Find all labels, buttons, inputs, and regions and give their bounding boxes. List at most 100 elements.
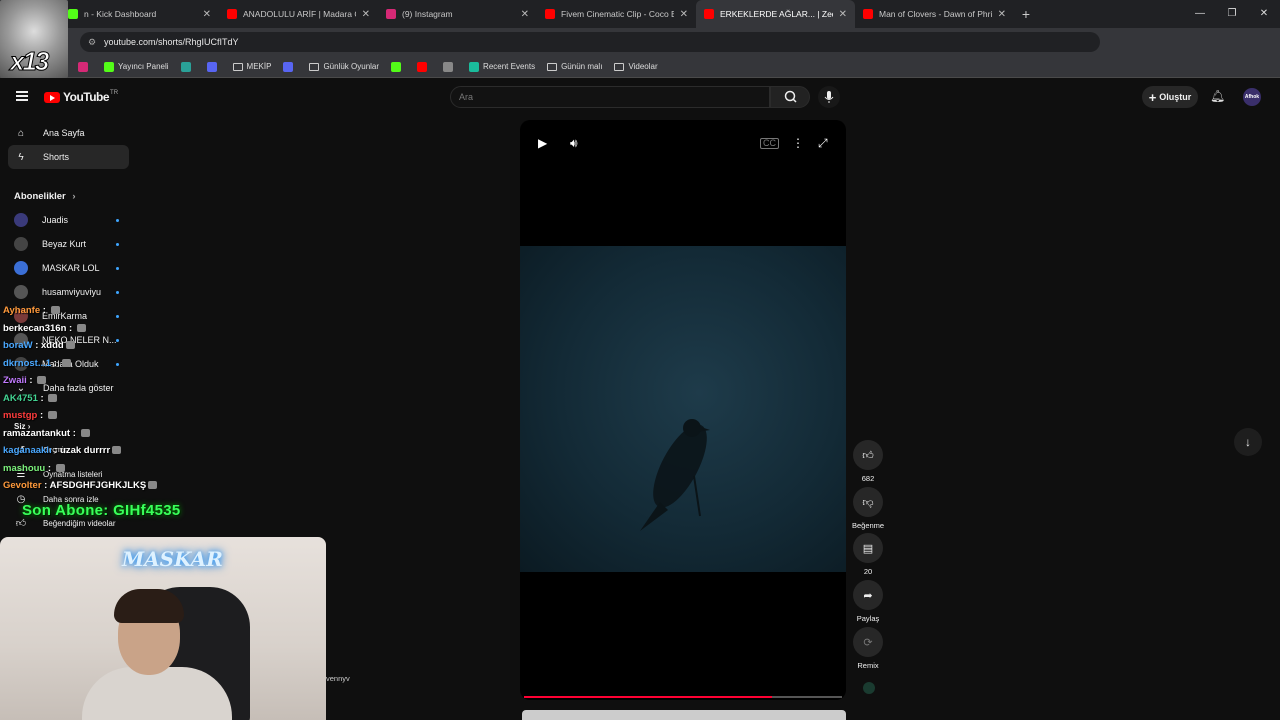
chat-separator: : — [66, 322, 75, 334]
chat-separator: : — [37, 392, 47, 404]
share-icon[interactable]: ➦ — [853, 580, 883, 610]
tab-favicon-icon — [863, 9, 873, 19]
neon-sign: MASKAR — [122, 547, 223, 571]
minimize-icon[interactable]: — — [1184, 0, 1216, 28]
youtube-logo[interactable]: YouTube TR — [44, 90, 118, 104]
chat-message: berkecan316n : — [3, 320, 223, 338]
voice-search-button[interactable] — [818, 86, 840, 108]
chat-message: Zwaii : — [3, 372, 223, 390]
search-button[interactable] — [770, 86, 810, 108]
close-window-icon[interactable]: ✕ — [1248, 0, 1280, 28]
dislike-action[interactable]: 👎︎ Beğenme — [852, 487, 884, 530]
bookmark-item[interactable]: Günün malı — [547, 62, 602, 71]
browser-tab[interactable]: ANADOLULU ARİF | Madara Ol ✕ — [219, 0, 378, 28]
comments-action[interactable]: ▤ 20 — [852, 533, 884, 576]
like-action[interactable]: 👍︎ 682 — [852, 440, 884, 483]
bookmark-item[interactable]: Videolar — [614, 62, 658, 71]
chat-separator: : — [51, 445, 61, 456]
chat-text: xddd — [41, 340, 64, 351]
browser-tab[interactable]: Fivem Cinematic Clip - Coco Be ✕ — [537, 0, 696, 28]
remix-action[interactable]: ⟳ Remix — [852, 627, 884, 670]
restore-icon[interactable]: ❐ — [1216, 0, 1248, 28]
close-tab-icon[interactable]: ✕ — [362, 9, 370, 20]
app-icon — [180, 61, 191, 72]
play-icon[interactable]: ▶ — [538, 136, 547, 150]
tab-favicon-icon — [227, 9, 237, 19]
next-short-preview[interactable] — [522, 710, 846, 720]
channel-sound-avatar[interactable] — [863, 682, 875, 694]
close-tab-icon[interactable]: ✕ — [998, 9, 1006, 20]
sidebar-item-subscription[interactable]: husamviyuviyu — [8, 280, 129, 304]
shorts-player[interactable]: ▶ 🔊︎ CC ⋮ ⤢ — [520, 120, 846, 700]
sidebar-item-subscription[interactable]: Juadis — [8, 208, 129, 232]
dislike-icon[interactable]: 👎︎ — [853, 487, 883, 517]
next-short-arrow-icon[interactable]: ↓ — [1234, 428, 1262, 456]
bookmark-item[interactable] — [443, 61, 457, 72]
youtube-icon — [417, 61, 428, 72]
comment-icon[interactable]: ▤ — [853, 533, 883, 563]
fullscreen-icon[interactable]: ⤢ — [818, 136, 828, 151]
share-action[interactable]: ➦ Paylaş — [852, 580, 884, 623]
volume-icon[interactable]: 🔊︎ — [570, 136, 578, 151]
close-tab-icon[interactable]: ✕ — [203, 9, 211, 20]
omnibox[interactable]: ⚙ youtube.com/shorts/RhgIUCfITdY — [80, 32, 1100, 52]
chat-username: ramazantankut — [3, 427, 71, 439]
chat-username: berkecan316n — [3, 322, 67, 334]
remix-icon[interactable]: ⟳ — [853, 627, 883, 657]
captions-icon[interactable]: CC — [760, 138, 779, 149]
bookmark-item[interactable] — [180, 61, 195, 72]
sidebar-item-subscription[interactable]: MASKAR LOL — [8, 256, 129, 280]
sidebar-item-label: Ana Sayfa — [43, 128, 85, 138]
notifications-bell-icon[interactable]: 🔔︎ — [1210, 89, 1225, 103]
bookmark-item[interactable]: Günlük Oyunlar — [309, 62, 379, 71]
tab-title: Fivem Cinematic Clip - Coco Be — [561, 9, 674, 19]
close-tab-icon[interactable]: ✕ — [521, 9, 529, 20]
bookmark-item[interactable] — [206, 61, 221, 72]
bookmark-item[interactable]: Recent Events — [469, 61, 535, 72]
subscriptions-header-label: Abonelikler — [14, 191, 66, 202]
close-tab-icon[interactable]: ✕ — [839, 9, 847, 20]
browser-tab[interactable]: (9) Instagram ✕ — [378, 0, 537, 28]
kick-icon — [104, 61, 114, 72]
bookmark-item[interactable] — [391, 61, 405, 72]
globe-icon — [443, 61, 454, 72]
hamburger-menu-icon[interactable] — [16, 91, 28, 101]
chat-separator: : — [45, 462, 54, 474]
bookmark-label: MEKİP — [246, 62, 272, 71]
chat-username: dkrnost...1 — [3, 357, 52, 369]
subscriptions-header[interactable]: Abonelikler › — [14, 191, 76, 202]
progress-bar[interactable] — [524, 696, 842, 698]
bookmark-item[interactable] — [283, 61, 297, 72]
account-avatar[interactable]: Afhok — [1243, 88, 1261, 106]
plus-icon: + — [1148, 89, 1157, 105]
sidebar-item-shorts[interactable]: ϟ Shorts — [8, 145, 129, 169]
browser-tab[interactable]: Man of Clovers - Dawn of Phri ✕ — [855, 0, 1014, 28]
streamer-hair — [114, 589, 184, 623]
browser-tab-bar: n - Kick Dashboard ✕ ANADOLULU ARİF | Mada… — [0, 0, 1280, 28]
bookmark-item[interactable]: Yayıncı Paneli — [104, 61, 169, 72]
bookmark-item[interactable] — [417, 61, 431, 72]
catcam-text: x13 — [9, 46, 49, 77]
browser-tab[interactable]: n - Kick Dashboard ✕ — [60, 0, 219, 28]
search-input[interactable]: Ara — [450, 86, 770, 108]
like-icon[interactable]: 👍︎ — [853, 440, 883, 470]
new-tab-button[interactable]: + — [1014, 6, 1038, 22]
tab-favicon-icon — [386, 9, 396, 19]
close-tab-icon[interactable]: ✕ — [680, 9, 688, 20]
bookmark-item[interactable] — [78, 61, 92, 72]
tab-favicon-icon — [545, 9, 555, 19]
emote-icon — [61, 358, 71, 367]
browser-tab[interactable]: ERKEKLERDE AĞLAR... | Zed Ku ✕ — [696, 0, 855, 28]
chat-username: Ayhanfe — [3, 305, 41, 316]
arrow-icon — [206, 61, 217, 72]
site-info-icon[interactable]: ⚙ — [88, 37, 98, 47]
sidebar-item-subscription[interactable]: Beyaz Kurt — [8, 232, 129, 256]
tab-title: Man of Clovers - Dawn of Phri — [879, 9, 992, 19]
tab-title: n - Kick Dashboard — [84, 9, 157, 19]
sidebar-item-home[interactable]: ⌂ Ana Sayfa — [8, 121, 129, 145]
emote-icon — [48, 393, 58, 402]
bookmark-item[interactable]: MEKİP — [232, 62, 272, 71]
more-options-icon[interactable]: ⋮ — [792, 136, 804, 150]
create-button[interactable]: + Oluştur — [1142, 86, 1198, 108]
microphone-icon — [824, 91, 834, 103]
